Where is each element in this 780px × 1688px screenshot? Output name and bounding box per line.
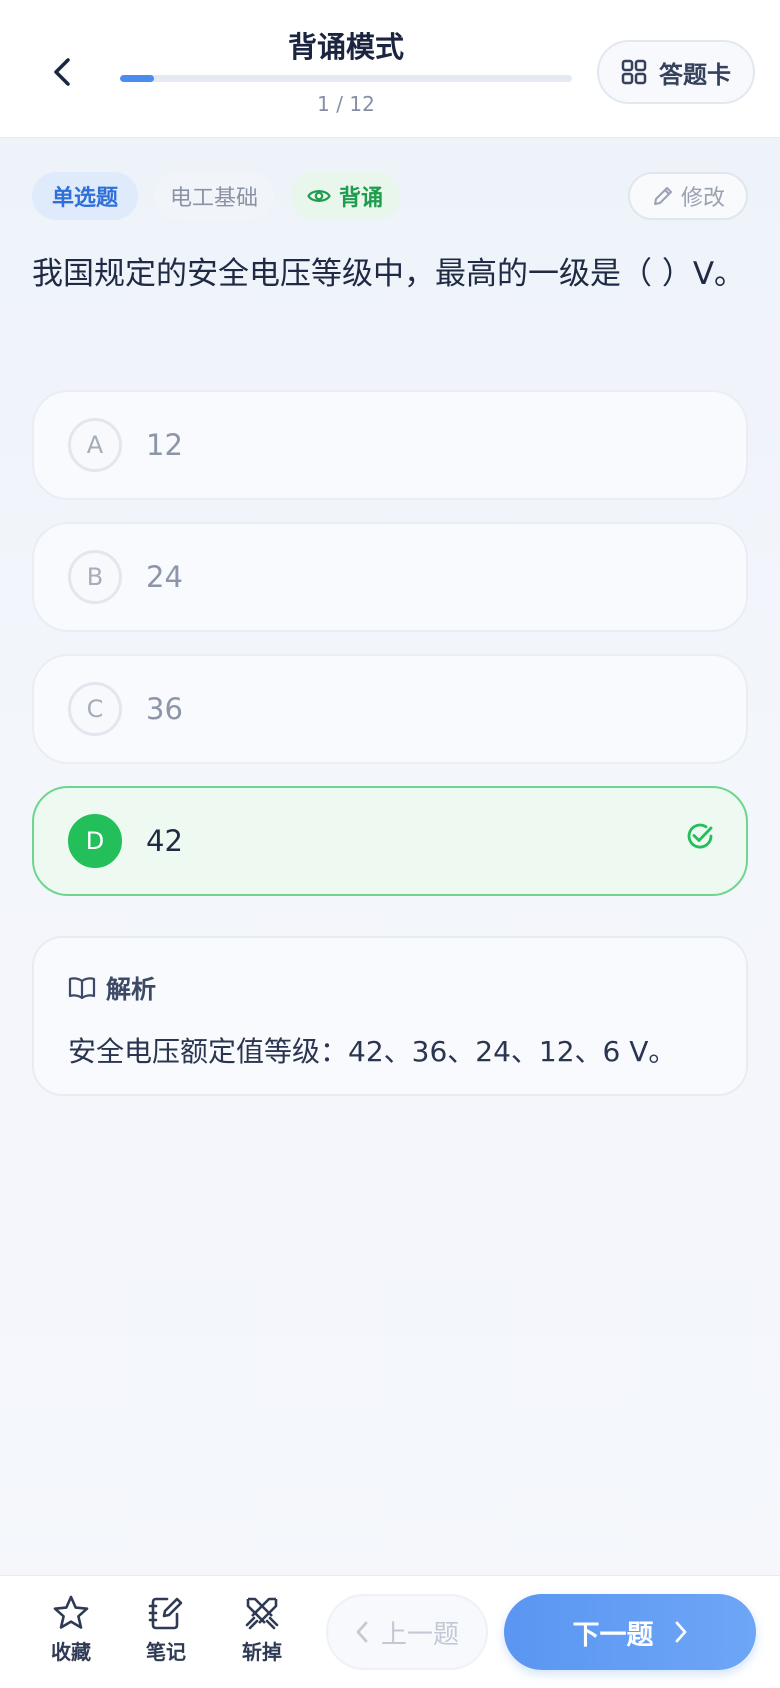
option-letter: B xyxy=(68,550,122,604)
analysis-text: 安全电压额定值等级：42、36、24、12、6 V。 xyxy=(68,1035,677,1068)
option-c[interactable]: C 36 xyxy=(32,654,748,764)
previous-question-button[interactable]: 上一题 xyxy=(326,1594,488,1670)
chevron-right-icon xyxy=(675,1621,686,1643)
option-d[interactable]: D 42 xyxy=(32,786,748,896)
option-b[interactable]: B 24 xyxy=(32,522,748,632)
option-letter: A xyxy=(68,418,122,472)
favorite-button[interactable]: 收藏 xyxy=(36,1594,106,1665)
star-icon xyxy=(53,1595,89,1629)
option-text: 42 xyxy=(146,824,183,858)
top-bar: 背诵模式 1 / 12 答题卡 xyxy=(0,0,780,138)
grid-icon xyxy=(621,59,647,85)
option-letter: C xyxy=(68,682,122,736)
page: 背诵模式 1 / 12 答题卡 单选题 电工基础 背诵 修改 我国规定的安全电压… xyxy=(0,0,780,1688)
remove-button[interactable]: 斩掉 xyxy=(227,1594,297,1665)
next-label: 下一题 xyxy=(572,1619,654,1651)
question-text: 我国规定的安全电压等级中，最高的一级是（ ）V。 xyxy=(32,256,746,292)
option-text: 24 xyxy=(146,560,183,594)
analysis-panel: 解析 安全电压额定值等级：42、36、24、12、6 V。 xyxy=(32,936,748,1096)
option-letter: D xyxy=(68,814,122,868)
remove-label: 斩掉 xyxy=(242,1640,282,1664)
page-title: 背诵模式 xyxy=(287,30,404,64)
answer-card-label: 答题卡 xyxy=(659,60,731,89)
note-label: 笔记 xyxy=(146,1640,186,1664)
analysis-title: 解析 xyxy=(106,975,157,1004)
progress-text: 1 / 12 xyxy=(317,92,375,116)
option-a[interactable]: A 12 xyxy=(32,390,748,500)
progress-fill xyxy=(120,75,154,82)
progress-bar xyxy=(120,75,572,82)
answer-card-button[interactable]: 答题卡 xyxy=(597,40,755,104)
option-text: 36 xyxy=(146,692,183,726)
favorite-label: 收藏 xyxy=(51,1640,91,1664)
crossed-swords-icon xyxy=(245,1597,279,1630)
note-button[interactable]: 笔记 xyxy=(131,1594,201,1665)
edit-button[interactable]: 修改 xyxy=(628,172,748,220)
note-edit-icon xyxy=(148,1597,183,1630)
category-badge: 电工基础 xyxy=(154,172,274,220)
mode-badge: 背诵 xyxy=(290,172,400,220)
eye-icon xyxy=(307,190,331,202)
analysis-heading: 解析 xyxy=(68,970,156,1006)
previous-label: 上一题 xyxy=(380,1619,459,1650)
edit-label: 修改 xyxy=(680,186,725,211)
question-type-badge: 单选题 xyxy=(32,172,138,220)
pencil-icon xyxy=(653,187,672,205)
book-icon xyxy=(68,977,96,1000)
option-text: 12 xyxy=(146,428,183,462)
next-question-button[interactable]: 下一题 xyxy=(504,1594,756,1670)
mode-label: 背诵 xyxy=(338,186,383,211)
check-circle-icon xyxy=(687,823,713,849)
bottom-bar: 收藏 笔记 斩掉 上一题 下一题 xyxy=(0,1575,780,1688)
chevron-left-icon xyxy=(356,1621,368,1643)
